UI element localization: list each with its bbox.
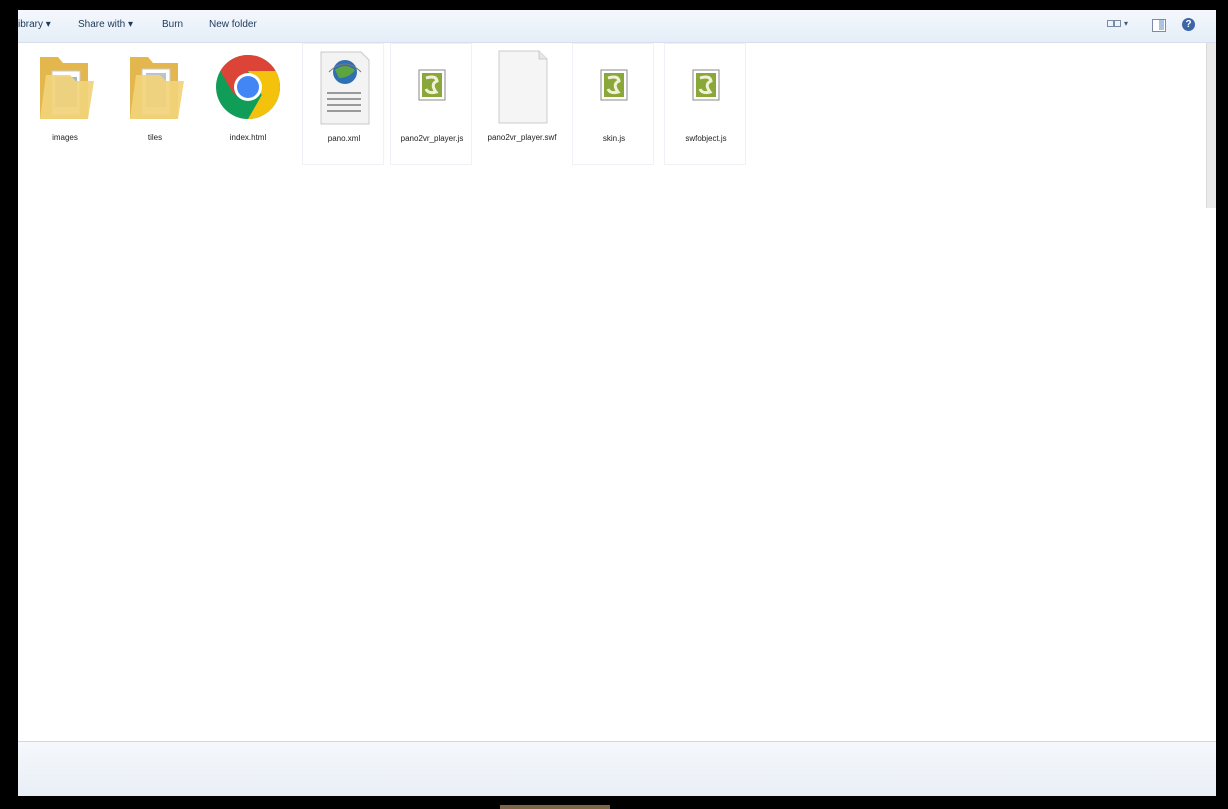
blank-file-icon — [498, 50, 548, 124]
new-folder-button[interactable]: New folder — [209, 19, 257, 30]
folder-icon — [40, 57, 94, 119]
file-item[interactable]: index.html — [207, 43, 289, 165]
command-bar: ibrary ▾ Share with ▾ Burn New folder ▾ … — [18, 10, 1216, 43]
preview-pane-icon[interactable] — [1152, 16, 1166, 36]
xml-file-icon — [320, 51, 370, 125]
folder-icon — [130, 57, 184, 119]
file-name: pano2vr_player.js — [400, 134, 464, 143]
file-name: index.html — [229, 133, 267, 142]
file-name: swfobject.js — [685, 134, 727, 143]
file-name: skin.js — [602, 134, 626, 143]
taskbar-preview-strip — [500, 805, 610, 809]
file-item[interactable]: images — [24, 43, 106, 165]
file-item[interactable]: swfobject.js — [664, 43, 746, 165]
chevron-down-icon[interactable]: ▾ — [1124, 19, 1128, 28]
file-name: images — [52, 133, 78, 142]
file-name: pano.xml — [327, 134, 361, 143]
file-item[interactable]: pano2vr_player.js — [390, 43, 472, 165]
js-script-icon — [600, 69, 628, 101]
burn-button[interactable]: Burn — [162, 19, 183, 30]
chrome-icon — [216, 55, 280, 119]
file-item[interactable]: pano2vr_player.swf — [481, 43, 563, 165]
js-script-icon — [418, 69, 446, 101]
explorer-window: ibrary ▾ Share with ▾ Burn New folder ▾ … — [18, 10, 1216, 796]
vertical-scrollbar[interactable] — [1206, 43, 1216, 208]
js-script-icon — [692, 69, 720, 101]
file-item[interactable]: pano.xml — [302, 43, 384, 165]
help-icon[interactable]: ? — [1181, 16, 1197, 36]
file-name: pano2vr_player.swf — [487, 133, 557, 142]
file-item[interactable]: skin.js — [572, 43, 654, 165]
file-name: tiles — [147, 133, 163, 142]
details-pane — [18, 741, 1216, 796]
file-item[interactable]: tiles — [114, 43, 196, 165]
file-list-view: images tiles index.html pano.xml pano2vr… — [18, 43, 1216, 741]
share-with-button[interactable]: Share with ▾ — [78, 19, 133, 30]
library-menu-button[interactable]: ibrary ▾ — [18, 19, 51, 30]
